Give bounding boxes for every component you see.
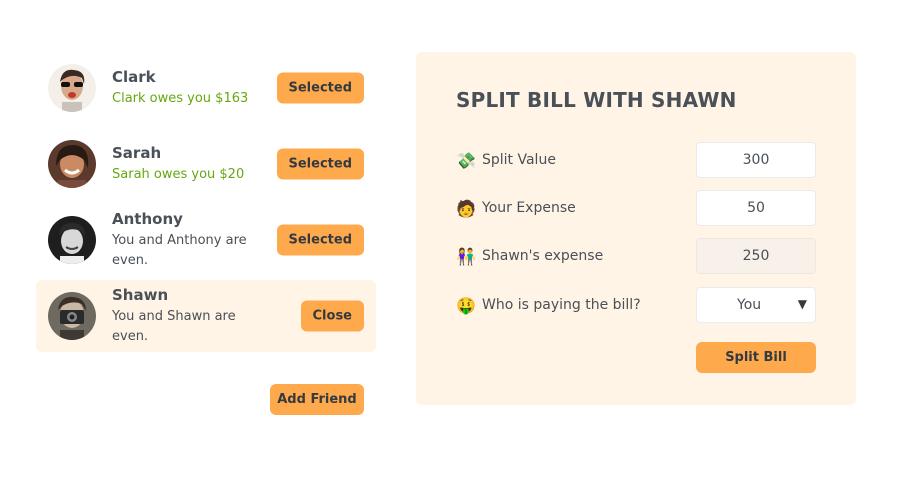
friend-expense-row: 👫 Shawn's expense — [456, 238, 816, 274]
add-friend-button[interactable]: Add Friend — [270, 384, 364, 415]
friend-balance: Clark owes you $163 — [112, 91, 249, 106]
avatar — [48, 292, 96, 340]
friends-list: Clark Clark owes you $163 Selected Sarah… — [36, 52, 376, 356]
select-friend-button[interactable]: Selected — [276, 148, 364, 180]
friend-name: Sarah — [112, 144, 162, 162]
friend-expense-text: Shawn's expense — [482, 248, 604, 264]
friend-item-clark: Clark Clark owes you $163 Selected — [36, 52, 376, 124]
avatar — [48, 64, 96, 112]
avatar — [48, 140, 96, 188]
friend-name: Anthony — [112, 210, 183, 228]
friend-item-sarah: Sarah Sarah owes you $20 Selected — [36, 128, 376, 200]
split-bill-form: SPLIT BILL WITH SHAWN 💸 Split Value 🧑 Yo… — [416, 52, 856, 405]
friend-balance: Sarah owes you $20 — [112, 167, 245, 182]
bill-value-input[interactable] — [696, 142, 816, 178]
avatar — [48, 216, 96, 264]
bill-value-text: Split Value — [482, 152, 556, 168]
friend-expense-label: 👫 Shawn's expense — [456, 247, 603, 266]
friend-balance: You and Anthony are even. — [112, 233, 247, 268]
friend-item-shawn: Shawn You and Shawn are even. Close — [36, 280, 376, 352]
bill-value-row: 💸 Split Value — [456, 142, 816, 178]
your-expense-input[interactable] — [696, 190, 816, 226]
money-icon: 💸 — [456, 150, 476, 170]
couple-icon: 👫 — [456, 246, 476, 266]
your-expense-text: Your Expense — [482, 200, 576, 216]
form-title: SPLIT BILL WITH SHAWN — [456, 88, 737, 112]
select-friend-button[interactable]: Selected — [276, 72, 364, 104]
friend-name: Clark — [112, 68, 156, 86]
your-expense-row: 🧑 Your Expense — [456, 190, 816, 226]
bill-value-label: 💸 Split Value — [456, 151, 556, 170]
money-face-icon: 🤑 — [456, 295, 476, 315]
friend-name: Shawn — [112, 286, 169, 304]
friend-item-anthony: Anthony You and Anthony are even. Select… — [36, 204, 376, 276]
payer-selected-value: You — [737, 297, 762, 313]
select-friend-button[interactable]: Selected — [276, 224, 364, 256]
payer-text: Who is paying the bill? — [482, 297, 641, 313]
split-bill-button[interactable]: Split Bill — [696, 342, 816, 373]
friend-balance: You and Shawn are even. — [112, 309, 236, 344]
payer-select[interactable]: You ▼ — [696, 287, 816, 323]
close-friend-button[interactable]: Close — [300, 300, 364, 332]
chevron-down-icon: ▼ — [797, 297, 807, 311]
person-icon: 🧑 — [456, 198, 476, 218]
friend-expense-input — [696, 238, 816, 274]
your-expense-label: 🧑 Your Expense — [456, 199, 576, 218]
payer-label: 🤑 Who is paying the bill? — [456, 296, 641, 315]
payer-row: 🤑 Who is paying the bill? You ▼ — [456, 287, 816, 323]
